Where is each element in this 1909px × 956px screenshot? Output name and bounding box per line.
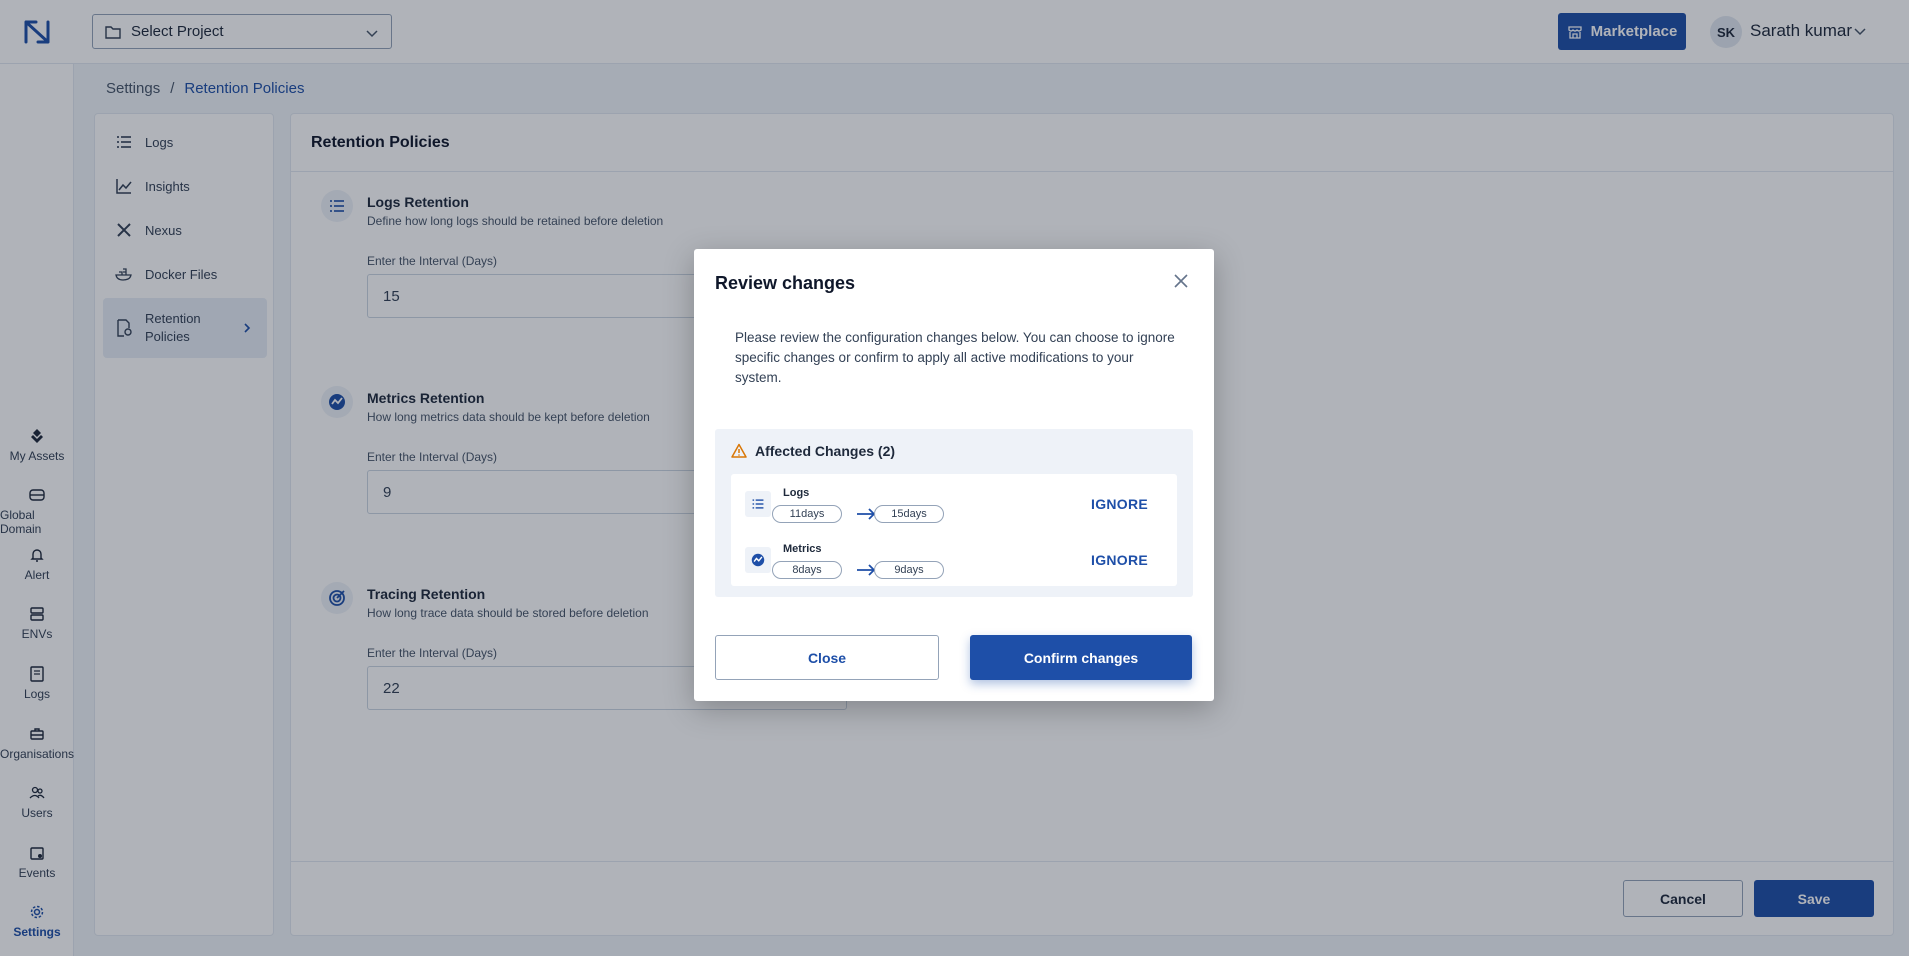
arrow-right-icon [857, 564, 876, 576]
ignore-button[interactable]: IGNORE [1091, 552, 1148, 568]
list-icon [745, 491, 771, 517]
modal-description: Please review the configuration changes … [735, 330, 1175, 385]
close-button[interactable]: Close [715, 635, 939, 680]
changes-list: Logs 11days 15days IGNORE Metrics 8days … [731, 474, 1177, 586]
confirm-changes-button[interactable]: Confirm changes [970, 635, 1192, 680]
metrics-icon [745, 547, 771, 573]
change-row-logs: Logs 11days 15days IGNORE [731, 478, 1177, 526]
affected-changes-panel: Affected Changes (2) Logs 11days 15days … [715, 429, 1193, 597]
new-value-pill: 9days [874, 561, 944, 579]
arrow-right-icon [857, 508, 876, 520]
warning-icon [731, 443, 747, 458]
change-row-metrics: Metrics 8days 9days IGNORE [731, 534, 1177, 582]
review-changes-modal: Review changes Please review the configu… [694, 249, 1214, 701]
old-value-pill: 8days [772, 561, 842, 579]
old-value-pill: 11days [772, 505, 842, 523]
change-name: Logs [783, 487, 810, 499]
change-name: Metrics [783, 543, 822, 555]
modal-title: Review changes [715, 273, 856, 293]
close-icon[interactable] [1171, 271, 1191, 291]
ignore-button[interactable]: IGNORE [1091, 496, 1148, 512]
affected-changes-header: Affected Changes (2) [731, 443, 895, 459]
new-value-pill: 15days [874, 505, 944, 523]
